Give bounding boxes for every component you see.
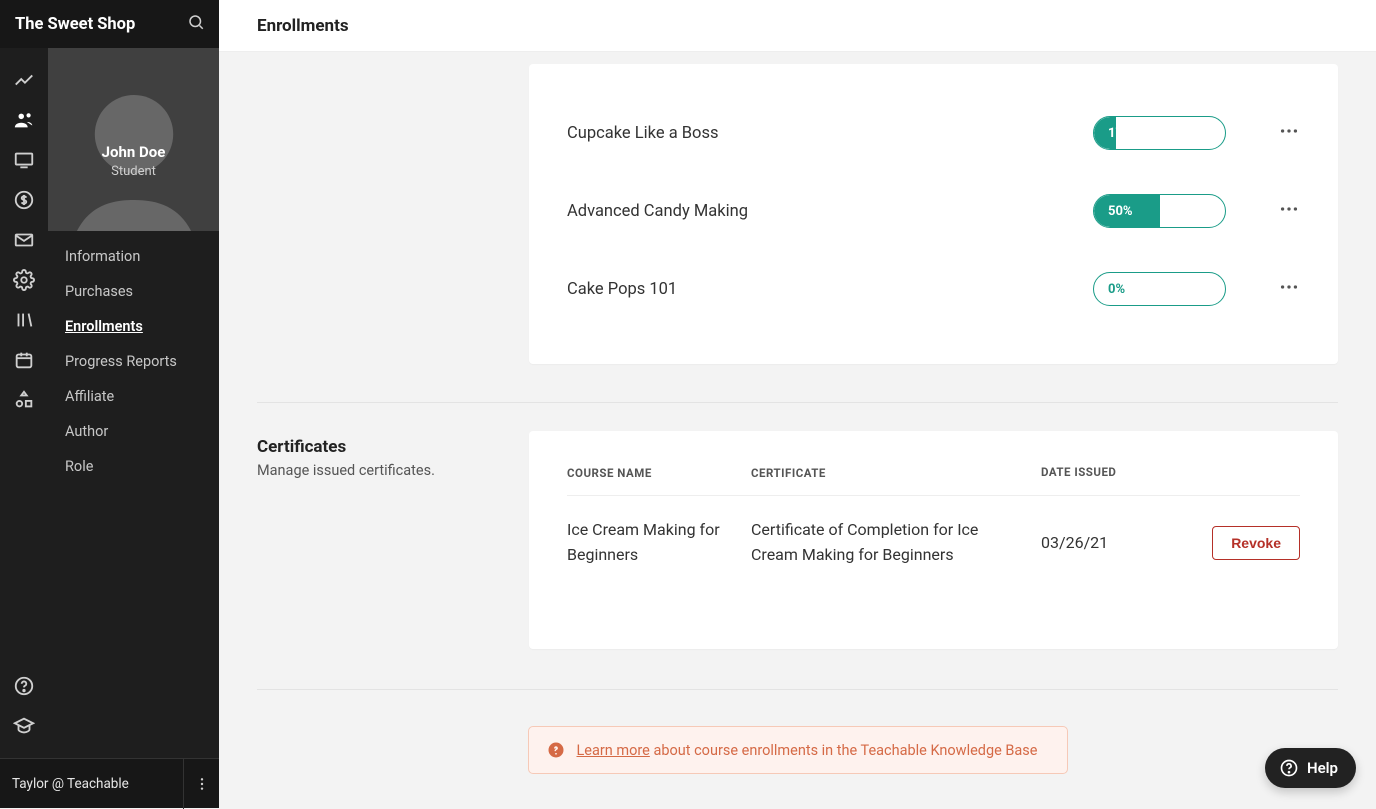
section-divider [257,689,1338,690]
col-head-certificate: Certificate [751,465,1041,483]
certificates-subheading: Manage issued certificates. [257,462,529,479]
users-icon[interactable] [0,100,48,140]
user-menu-progress-reports[interactable]: Progress Reports [48,344,219,379]
settings-icon[interactable] [0,260,48,300]
progress-pill: 0% [1093,272,1226,306]
page-title: Enrollments [257,16,349,36]
row-more-icon[interactable] [1278,198,1300,224]
row-more-icon[interactable] [1278,120,1300,146]
enrollments-card: Cupcake Like a Boss 17% Advanced Candy M… [529,64,1338,364]
help-icon[interactable] [0,666,48,706]
help-label: Help [1307,759,1338,777]
col-head-course: Course Name [567,465,751,483]
progress-percent: 17% [1094,117,1225,149]
certificate-row: Ice Cream Making for Beginners Certifica… [567,496,1300,590]
brand-title[interactable]: The Sweet Shop [15,15,187,34]
progress-pill: 50% [1093,194,1226,228]
cert-course-name: Ice Cream Making for Beginners [567,518,751,568]
user-menu-enrollments[interactable]: Enrollments [48,309,219,344]
icon-rail [0,0,48,808]
info-icon [547,741,565,759]
enrollment-row: Cake Pops 101 0% [567,250,1300,328]
emails-icon[interactable] [0,220,48,260]
user-role: Student [111,164,156,179]
user-menu-purchases[interactable]: Purchases [48,274,219,309]
section-divider [257,402,1338,403]
certificates-heading: Certificates [257,437,529,457]
banner-text: about course enrollments in the Teachabl… [650,742,1038,759]
apps-icon[interactable] [0,380,48,420]
enrollment-course-name: Advanced Candy Making [567,202,1093,221]
user-menu: Information Purchases Enrollments Progre… [48,231,219,492]
learn-more-banner: Learn more about course enrollments in t… [528,726,1068,774]
help-button[interactable]: Help [1265,748,1356,788]
calendar-icon[interactable] [0,340,48,380]
user-sidebar: John Doe Student Information Purchases E… [48,48,219,758]
account-more-icon[interactable] [183,759,219,809]
revoke-button[interactable]: Revoke [1212,526,1300,560]
user-menu-information[interactable]: Information [48,239,219,274]
main-area: Enrollments Cupcake Like a Boss 17% Adva… [219,0,1376,808]
progress-pill: 17% [1093,116,1226,150]
user-menu-role[interactable]: Role [48,449,219,484]
enrollment-row: Cupcake Like a Boss 17% [567,94,1300,172]
user-profile-card: John Doe Student [48,48,219,231]
cert-name: Certificate of Completion for Ice Cream … [751,518,1041,568]
progress-percent: 0% [1094,273,1225,305]
row-more-icon[interactable] [1278,276,1300,302]
user-name: John Doe [102,143,166,161]
analytics-icon[interactable] [0,60,48,100]
sales-icon[interactable] [0,180,48,220]
graduation-icon[interactable] [0,706,48,746]
learn-more-link[interactable]: Learn more [577,742,650,759]
main-header: Enrollments [219,0,1376,52]
col-head-date: Date Issued [1041,465,1151,483]
courses-icon[interactable] [0,300,48,340]
user-menu-affiliate[interactable]: Affiliate [48,379,219,414]
cert-date: 03/26/21 [1041,533,1151,552]
enrollment-row: Advanced Candy Making 50% [567,172,1300,250]
certificates-card: Course Name Certificate Date Issued Ice … [529,431,1338,649]
site-icon[interactable] [0,140,48,180]
progress-percent: 50% [1094,195,1225,227]
enrollment-course-name: Cake Pops 101 [567,280,1093,299]
user-menu-author[interactable]: Author [48,414,219,449]
account-footer: Taylor @ Teachable [0,758,219,808]
enrollment-course-name: Cupcake Like a Boss [567,124,1093,143]
account-name[interactable]: Taylor @ Teachable [0,776,183,792]
search-icon[interactable] [187,13,205,35]
